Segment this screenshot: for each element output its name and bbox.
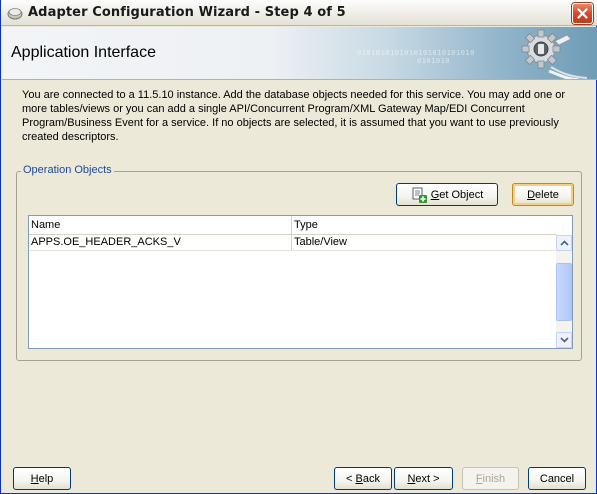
banner-binary-text: 0101010101010101010101010 0101010 xyxy=(357,49,475,65)
finish-button[interactable]: Finish xyxy=(462,467,519,490)
table-vertical-scrollbar[interactable] xyxy=(556,235,572,348)
title-bar[interactable]: Adapter Configuration Wizard - Step 4 of… xyxy=(1,0,597,26)
column-header-name[interactable]: Name xyxy=(29,216,292,235)
close-button[interactable] xyxy=(572,3,593,24)
close-icon xyxy=(577,8,588,19)
help-label: Help xyxy=(30,472,54,485)
window-title: Adapter Configuration Wizard - Step 4 of… xyxy=(28,5,346,20)
table-header: Name Type xyxy=(29,216,557,235)
add-object-icon xyxy=(412,187,427,203)
back-button[interactable]: < Back xyxy=(334,467,392,490)
plug-gear-icon xyxy=(521,29,588,79)
scroll-thumb[interactable] xyxy=(556,263,572,321)
cell-name: APPS.OE_HEADER_ACKS_V xyxy=(29,235,292,251)
cancel-label: Cancel xyxy=(539,472,575,485)
next-label: Next > xyxy=(407,472,440,485)
operation-objects-table[interactable]: Name Type APPS.OE_HEADER_ACKS_V Table/Vi… xyxy=(28,215,573,349)
app-icon xyxy=(7,7,23,19)
scroll-down-button[interactable] xyxy=(556,332,572,348)
next-button[interactable]: Next > xyxy=(394,467,453,490)
step-title: Application Interface xyxy=(11,44,156,61)
cell-type: Table/View xyxy=(292,235,557,251)
table-row[interactable]: APPS.OE_HEADER_ACKS_V Table/View xyxy=(29,235,557,251)
instructions-text: You are connected to a 11.5.10 instance.… xyxy=(22,89,566,143)
chevron-up-icon xyxy=(559,240,569,246)
finish-label: Finish xyxy=(475,472,506,485)
group-legend: Operation Objects xyxy=(21,164,114,176)
get-object-label: Get Object xyxy=(430,188,484,201)
column-header-type[interactable]: Type xyxy=(292,216,557,235)
get-object-button[interactable]: Get Object xyxy=(396,183,498,206)
delete-button[interactable]: Delete xyxy=(512,183,574,206)
back-label: < Back xyxy=(346,472,380,485)
scroll-up-button[interactable] xyxy=(556,235,572,251)
delete-label: Delete xyxy=(527,188,559,201)
help-button[interactable]: Help xyxy=(13,467,71,490)
wizard-window: Adapter Configuration Wizard - Step 4 of… xyxy=(0,0,597,494)
cancel-button[interactable]: Cancel xyxy=(528,467,586,490)
step-banner: Application Interface 010101010101010101… xyxy=(2,27,597,80)
chevron-down-icon xyxy=(559,337,569,343)
